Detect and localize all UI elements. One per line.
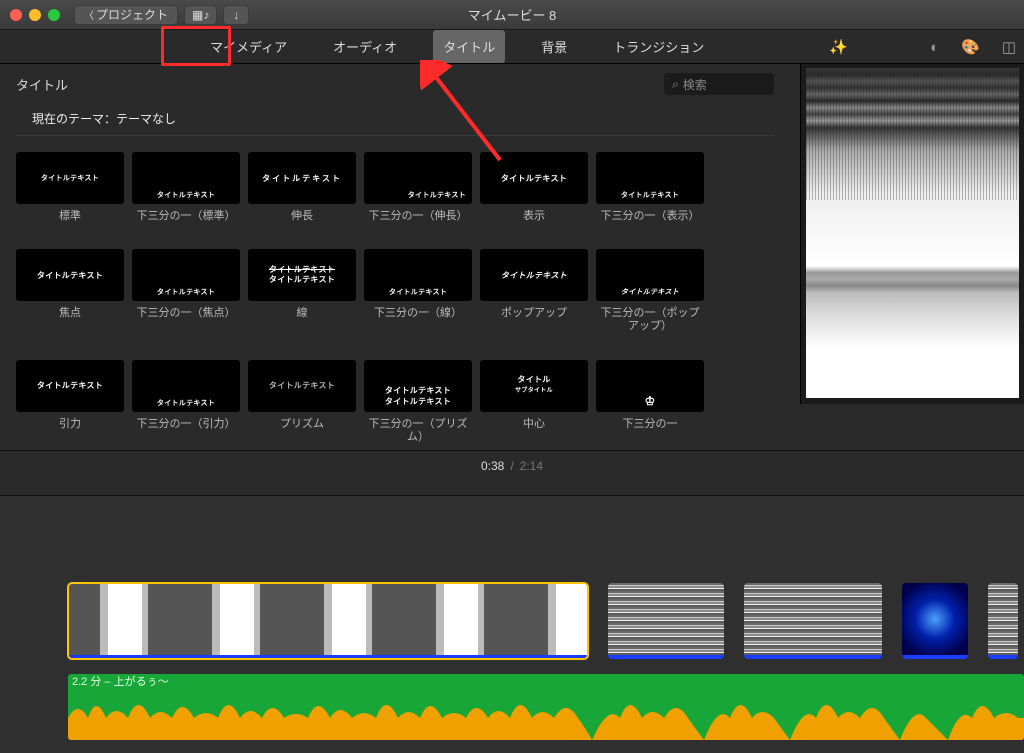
tab-backgrounds[interactable]: 背景: [531, 30, 577, 63]
titles-browser: タイトル ⌕ 検索 現在のテーマ：テーマなし タイトルテキスト 標準 タイトルテ…: [0, 64, 790, 454]
back-button-label: プロジェクト: [96, 6, 168, 23]
title-preset[interactable]: タイトルテキスト タイトルテキスト 線: [248, 249, 356, 333]
title-preset[interactable]: タイトルテキスト 伸長: [248, 152, 356, 223]
video-clip[interactable]: [988, 583, 1018, 659]
wand-icon[interactable]: ✨: [829, 38, 848, 56]
search-box[interactable]: ⌕ 検索: [664, 73, 774, 95]
video-clip[interactable]: [744, 583, 882, 659]
title-preset[interactable]: タイトルテキスト プリズム: [248, 360, 356, 444]
tab-my-media[interactable]: マイメディア: [200, 30, 297, 63]
color-correction-icon[interactable]: 🎨: [961, 38, 980, 56]
title-preset[interactable]: タイトルテキスト 焦点: [16, 249, 124, 333]
audio-clip[interactable]: 2.2 分 – 上がるぅ～: [68, 674, 1024, 740]
title-preset[interactable]: タイトルテキスト 下三分の一（引力）: [132, 360, 240, 444]
search-icon: ⌕: [672, 77, 679, 92]
title-preset[interactable]: タイトルテキスト 引力: [16, 360, 124, 444]
preview-panel: [800, 64, 1024, 404]
chevron-left-icon: 〈: [84, 7, 94, 22]
traffic-lights: [10, 9, 60, 21]
video-clip[interactable]: [68, 583, 588, 659]
import-button[interactable]: ↓: [223, 5, 249, 25]
section-header: タイトル ⌕ 検索: [0, 64, 790, 104]
current-time: 0:38: [481, 459, 504, 473]
total-duration: 2:14: [520, 459, 543, 473]
title-preset[interactable]: タイトルテキスト ポップアップ: [480, 249, 588, 333]
video-track: [0, 582, 1024, 660]
audio-waveform: [68, 684, 1024, 740]
titlebar: 〈 プロジェクト ▦♪ ↓ マイムービー 8: [0, 0, 1024, 30]
title-preset[interactable]: タイトルテキスト 下三分の一（線）: [364, 249, 472, 333]
title-preset[interactable]: ♔ 下三分の一: [596, 360, 704, 444]
close-window[interactable]: [10, 9, 22, 21]
tab-titles[interactable]: タイトル: [433, 30, 505, 63]
minimize-window[interactable]: [29, 9, 41, 21]
tab-transitions[interactable]: トランジション: [603, 30, 714, 63]
title-preset[interactable]: タイトルテキスト 下三分の一（伸長）: [364, 152, 472, 223]
title-preset[interactable]: タイトル サブタイトル 中心: [480, 360, 588, 444]
crop-icon[interactable]: ◫: [1002, 38, 1016, 56]
crown-icon: ♔: [644, 394, 655, 408]
maximize-window[interactable]: [48, 9, 60, 21]
title-preset[interactable]: タイトルテキスト 下三分の一（焦点）: [132, 249, 240, 333]
search-placeholder: 検索: [683, 76, 707, 93]
library-view-button[interactable]: ▦♪: [184, 5, 217, 25]
preview-viewer[interactable]: [806, 68, 1019, 398]
video-clip[interactable]: [608, 583, 724, 659]
title-preset[interactable]: タイトルテキスト 下三分の一（ポップアップ）: [596, 249, 704, 333]
tab-audio[interactable]: オーディオ: [323, 30, 407, 63]
back-to-projects-button[interactable]: 〈 プロジェクト: [74, 5, 178, 25]
title-preset[interactable]: タイトルテキスト 下三分の一（表示）: [596, 152, 704, 223]
section-title: タイトル: [16, 75, 68, 94]
video-clip[interactable]: [902, 583, 968, 659]
timeline[interactable]: 2.2 分 – 上がるぅ～: [0, 495, 1024, 753]
title-grid: タイトルテキスト 標準 タイトルテキスト 下三分の一（標準） タイトルテキスト …: [0, 142, 790, 454]
adjust-toolbar: ✨ ◐ 🎨 ◫: [829, 30, 1016, 64]
current-theme: 現在のテーマ：テーマなし: [16, 104, 774, 136]
title-preset[interactable]: タイトルテキスト 表示: [480, 152, 588, 223]
title-preset[interactable]: タイトルテキスト タイトルテキスト 下三分の一（プリズム）: [364, 360, 472, 444]
title-preset[interactable]: タイトルテキスト 標準: [16, 152, 124, 223]
playback-time: 0:38 / 2:14: [0, 450, 1024, 480]
media-tabs: マイメディア オーディオ タイトル 背景 トランジション ✨ ◐ 🎨 ◫: [0, 30, 1024, 64]
title-preset[interactable]: タイトルテキスト 下三分の一（標準）: [132, 152, 240, 223]
color-balance-icon[interactable]: ◐: [930, 39, 939, 56]
